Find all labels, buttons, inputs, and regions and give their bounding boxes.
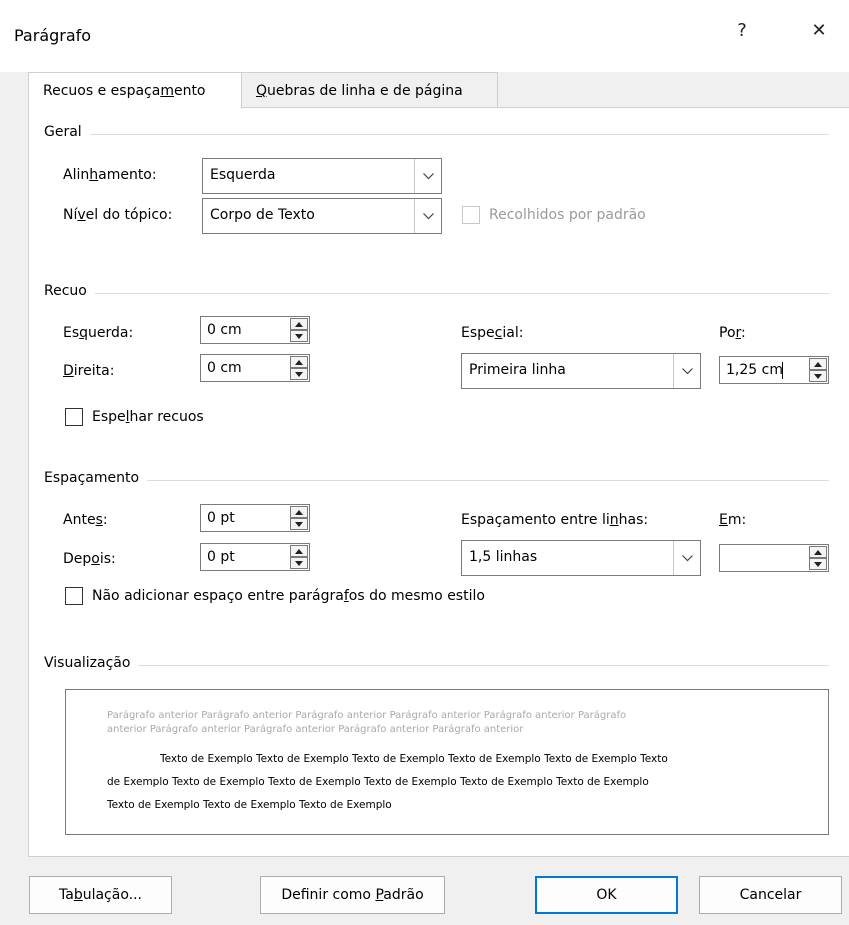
preview-sample-line: Texto de Exemplo Texto de Exemplo Texto … [107,799,392,811]
line-spacing-label: Espaçamento entre linhas: [461,512,649,528]
title-bar [0,0,849,72]
dialog-title: Parágrafo [14,26,92,45]
tab-label: ento [173,83,206,99]
line-spacing-value: 1,5 linhas [469,549,538,565]
preview-sample-line: Texto de Exemplo Texto de Exemplo Texto … [160,753,668,765]
preview-sample-line: de Exemplo Texto de Exemplo Texto de Exe… [107,776,649,788]
spacing-before-value: 0 pt [207,510,235,526]
preview-box: Parágrafo anterior Parágrafo anterior Pa… [65,689,829,835]
chevron-down-icon[interactable] [673,541,700,575]
spacing-after-value: 0 pt [207,549,235,565]
indent-by-label: Por: [719,325,746,341]
preview-previous-line: anterior Parágrafo anterior Parágrafo an… [107,724,524,735]
spin-up-icon[interactable] [290,506,308,518]
set-as-default-button[interactable]: Definir como Padrão [260,876,445,914]
help-button[interactable]: ? [727,20,757,41]
line-spacing-at-spinner[interactable] [719,544,829,572]
spin-up-icon[interactable] [290,318,308,330]
tab-label: uebras de linha e de página [267,83,463,99]
alignment-value: Esquerda [210,167,276,183]
collapsed-by-default-label: Recolhidos por padrão [489,207,646,223]
no-space-same-style-label: Não adicionar espaço entre parágrafos do… [92,588,485,604]
no-space-same-style-checkbox[interactable] [65,587,83,605]
indent-right-label: Direita: [63,363,115,379]
preview-sample-paragraph: Texto de Exemplo Texto de Exemplo Texto … [107,748,817,817]
spin-down-icon[interactable] [809,558,827,570]
chevron-down-icon[interactable] [414,159,441,193]
chevron-down-icon[interactable] [673,354,700,388]
indent-left-value: 0 cm [207,322,242,338]
outline-level-label: Nível do tópico: [63,207,173,223]
section-heading-indentation: Recuo [44,283,95,299]
divider [44,134,829,135]
outline-level-combobox[interactable]: Corpo de Texto [202,198,442,234]
indent-left-spinner[interactable]: 0 cm [200,316,310,344]
mirror-indents-label: Espelhar recuos [92,409,204,425]
spin-down-icon[interactable] [290,330,308,342]
preview-previous-paragraph: Parágrafo anterior Parágrafo anterior Pa… [107,709,807,737]
spacing-after-spinner[interactable]: 0 pt [200,543,310,571]
spin-up-icon[interactable] [290,545,308,557]
divider [44,293,829,294]
divider [44,665,829,666]
indent-right-value: 0 cm [207,360,242,376]
spacing-before-spinner[interactable]: 0 pt [200,504,310,532]
indent-right-spinner[interactable]: 0 cm [200,354,310,382]
special-indent-value: Primeira linha [469,362,566,378]
special-indent-combobox[interactable]: Primeira linha [461,353,701,389]
spin-down-icon[interactable] [290,368,308,380]
preview-previous-line: Parágrafo anterior Parágrafo anterior Pa… [107,710,627,721]
spin-down-icon[interactable] [809,370,827,382]
collapsed-by-default-checkbox[interactable] [462,206,480,224]
tabs-button[interactable]: Tabulação... [29,876,172,914]
spin-up-icon[interactable] [290,356,308,368]
spacing-before-label: Antes: [63,512,108,528]
outline-level-value: Corpo de Texto [210,207,315,223]
ok-button[interactable]: OK [535,876,678,914]
indent-by-spinner[interactable]: 1,25 cm [719,356,829,384]
tab-line-page-breaks[interactable]: Quebras de linha e de página [242,72,498,108]
chevron-down-icon[interactable] [414,199,441,233]
indent-by-value: 1,25 cm [726,362,783,378]
section-heading-spacing: Espaçamento [44,470,148,486]
tab-label: Recuos e espaça [43,83,161,99]
spacing-after-label: Depois: [63,551,116,567]
spin-down-icon[interactable] [290,557,308,569]
line-spacing-combobox[interactable]: 1,5 linhas [461,540,701,576]
cancel-button[interactable]: Cancelar [699,876,842,914]
spin-up-icon[interactable] [809,546,827,558]
section-heading-preview: Visualização [44,655,139,671]
tab-label-accelerator: Q [256,83,268,99]
tab-label-accelerator: m [160,83,174,99]
spin-down-icon[interactable] [290,518,308,530]
indent-left-label: Esquerda: [63,325,134,341]
text-cursor [782,362,783,379]
line-spacing-at-label: Em: [719,512,747,528]
alignment-combobox[interactable]: Esquerda [202,158,442,194]
alignment-label: Alinhamento: [63,167,157,183]
tab-indents-spacing[interactable]: Recuos e espaçamento [28,72,242,109]
divider [44,480,829,481]
mirror-indents-checkbox[interactable] [65,408,83,426]
special-indent-label: Especial: [461,325,524,341]
close-button[interactable]: ✕ [804,20,834,41]
spin-up-icon[interactable] [809,358,827,370]
section-heading-general: Geral [44,124,90,140]
